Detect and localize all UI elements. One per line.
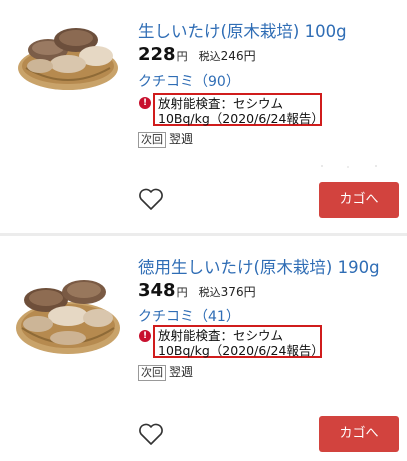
- decorative-dots: [321, 165, 377, 168]
- reviews-link[interactable]: クチコミ（90）: [138, 71, 240, 91]
- delivery-badge: 次回: [138, 365, 166, 381]
- price-row: 228円 税込246円: [138, 44, 256, 65]
- delivery-value: 翌週: [169, 132, 194, 146]
- tax-label: 税込: [198, 50, 221, 63]
- radiation-line-1: 放射能検査：セシウム: [158, 328, 284, 343]
- radiation-test-notice: 放射能検査：セシウム 10Bq/kg（2020/6/24報告）: [153, 93, 324, 126]
- radiation-test-notice: 放射能検査：セシウム 10Bq/kg（2020/6/24報告）: [153, 325, 324, 358]
- product-image[interactable]: [12, 6, 124, 94]
- delivery-badge: 次回: [138, 132, 166, 148]
- delivery-info: 次回 翌週: [138, 130, 193, 148]
- price-row: 348円 税込376円: [138, 280, 256, 301]
- add-to-cart-button[interactable]: カゴへ: [319, 416, 399, 452]
- product-name-link[interactable]: 徳用生しいたけ(原木栽培) 190g: [138, 254, 380, 278]
- exclamation-icon: !: [139, 330, 151, 342]
- price-unit: 円: [176, 50, 188, 63]
- product-name-link[interactable]: 生しいたけ(原木栽培) 100g: [138, 18, 347, 42]
- radiation-line-2: 10Bq/kg（2020/6/24報告）: [158, 343, 324, 358]
- product-card: 徳用生しいたけ(原木栽培) 190g 348円 税込376円 クチコミ（41） …: [0, 236, 407, 461]
- price-unit: 円: [176, 286, 188, 299]
- tax-included-price: 246円: [220, 49, 256, 63]
- radiation-line-2: 10Bq/kg（2020/6/24報告）: [158, 111, 324, 126]
- exclamation-icon: !: [139, 97, 151, 109]
- reviews-link[interactable]: クチコミ（41）: [138, 306, 240, 326]
- heart-outline-icon[interactable]: [138, 187, 164, 211]
- heart-outline-icon[interactable]: [138, 422, 164, 446]
- price: 348: [138, 280, 176, 301]
- delivery-info: 次回 翌週: [138, 363, 193, 381]
- delivery-value: 翌週: [169, 365, 194, 379]
- tax-included-price: 376円: [220, 285, 256, 299]
- product-card: 生しいたけ(原木栽培) 100g 228円 税込246円 クチコミ（90） ! …: [0, 0, 407, 233]
- product-image[interactable]: [12, 254, 124, 358]
- add-to-cart-button[interactable]: カゴへ: [319, 182, 399, 218]
- price: 228: [138, 44, 176, 65]
- radiation-line-1: 放射能検査：セシウム: [158, 96, 284, 111]
- tax-label: 税込: [198, 286, 221, 299]
